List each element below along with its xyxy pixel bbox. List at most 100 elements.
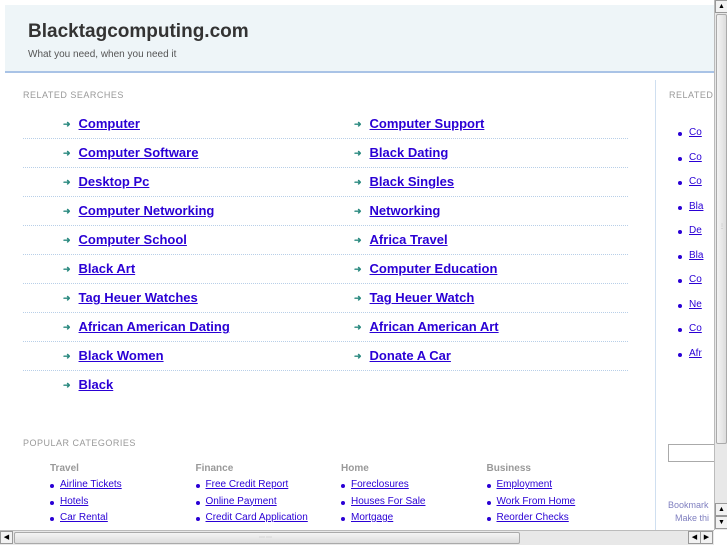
related-search-link[interactable]: ➜ Black <box>63 377 113 392</box>
sidebar-search-input[interactable] <box>668 444 714 462</box>
right-sidebar: RELATED Co Co Co Bla De Bla Co Ne Co Afr Bookmark… <box>655 80 714 530</box>
related-row: ➜ Black <box>23 371 628 400</box>
related-search-label: Black Art <box>78 261 136 276</box>
bookmark-link[interactable]: Bookmark <box>668 500 709 510</box>
related-row: ➜ Computer ➜ Computer Support <box>23 110 628 139</box>
related-search-link[interactable]: ➜ Computer Software <box>63 145 198 160</box>
arrow-icon: ➜ <box>354 177 362 187</box>
category-link[interactable]: Free Credit Report <box>195 479 336 496</box>
scroll-up-icon[interactable]: ▲ <box>715 503 727 516</box>
category-home: Home Foreclosures Houses For Sale Mortgage <box>341 463 481 529</box>
category-link[interactable]: Airline Tickets <box>50 479 190 496</box>
arrow-icon: ➜ <box>354 206 362 216</box>
category-title: Home <box>341 463 369 474</box>
arrow-icon: ➜ <box>63 206 71 216</box>
scroll-right-icon[interactable]: ▶ <box>700 531 713 544</box>
related-search-link[interactable]: ➜ Black Dating <box>354 145 448 160</box>
sidebar-link[interactable]: De <box>678 225 702 236</box>
arrow-icon: ➜ <box>354 264 362 274</box>
sidebar-link[interactable]: Co <box>678 176 702 187</box>
related-search-link[interactable]: ➜ Donate A Car <box>354 348 451 363</box>
horizontal-scrollbar[interactable]: ◀ ⋯⋯ ◀ ▶ <box>0 530 714 545</box>
category-finance: Finance Free Credit Report Online Payment C… <box>195 463 336 529</box>
related-search-label: Africa Travel <box>369 232 448 247</box>
related-row: ➜ Black Women ➜ Donate A Car <box>23 342 628 371</box>
related-search-label: Computer Networking <box>78 203 215 218</box>
related-search-label: Computer Education <box>369 261 498 276</box>
arrow-icon: ➜ <box>354 235 362 245</box>
sidebar-link[interactable]: Co <box>678 127 702 138</box>
category-travel: Travel Airline Tickets Hotels Car Rental <box>50 463 190 529</box>
scroll-left-icon[interactable]: ◀ <box>0 531 13 544</box>
related-search-link[interactable]: ➜ Black Women <box>63 348 164 363</box>
vertical-scroll-thumb[interactable]: ⋮⋮ <box>716 14 727 444</box>
related-search-link[interactable]: ➜ Desktop Pc <box>63 174 149 189</box>
arrow-icon: ➜ <box>354 148 362 158</box>
arrow-icon: ➜ <box>63 351 71 361</box>
related-search-link[interactable]: ➜ Tag Heuer Watch <box>354 290 474 305</box>
related-search-label: African American Art <box>369 319 499 334</box>
related-search-link[interactable]: ➜ Tag Heuer Watches <box>63 290 198 305</box>
related-search-label: Black Singles <box>369 174 455 189</box>
related-search-label: Computer Support <box>369 116 485 131</box>
arrow-icon: ➜ <box>63 235 71 245</box>
category-link[interactable]: Car Rental <box>50 512 190 529</box>
related-search-link[interactable]: ➜ Black Art <box>63 261 135 276</box>
arrow-icon: ➜ <box>354 322 362 332</box>
horizontal-scroll-thumb[interactable]: ⋯⋯ <box>14 532 520 544</box>
category-title: Travel <box>50 463 79 474</box>
related-row: ➜ African American Dating ➜ African America… <box>23 313 628 342</box>
related-search-link[interactable]: ➜ African American Dating <box>63 319 230 334</box>
category-link[interactable]: Credit Card Application <box>195 512 336 529</box>
related-searches-label: RELATED SEARCHES <box>23 90 124 100</box>
site-title: Blacktagcomputing.com <box>28 21 249 42</box>
make-homepage-link[interactable]: Make thi <box>675 513 709 523</box>
arrow-icon: ➜ <box>354 293 362 303</box>
sidebar-link[interactable]: Bla <box>677 250 703 261</box>
site-tagline: What you need, when you need it <box>28 49 177 60</box>
related-search-label: Tag Heuer Watch <box>369 290 475 305</box>
sidebar-link[interactable]: Co <box>678 274 702 285</box>
related-search-link[interactable]: ➜ African American Art <box>354 319 499 334</box>
category-title: Business <box>486 463 531 474</box>
category-link[interactable]: Employment <box>486 479 627 496</box>
related-row: ➜ Black Art ➜ Computer Education <box>23 255 628 284</box>
category-link[interactable]: Online Payment <box>195 496 336 513</box>
related-row: ➜ Computer Software ➜ Black Dating <box>23 139 628 168</box>
category-link[interactable]: Houses For Sale <box>341 496 481 513</box>
related-search-link[interactable]: ➜ Black Singles <box>354 174 454 189</box>
sidebar-link[interactable]: Co <box>678 323 702 334</box>
category-business: Business Employment Work From Home Reorder … <box>486 463 627 529</box>
sidebar-link[interactable]: Bla <box>677 201 703 212</box>
site-header: Blacktagcomputing.com What you need, whe… <box>5 5 714 73</box>
arrow-icon: ➜ <box>354 351 362 361</box>
related-search-link[interactable]: ➜ Computer School <box>63 232 187 247</box>
related-search-link[interactable]: ➜ Africa Travel <box>354 232 448 247</box>
category-link[interactable]: Work From Home <box>486 496 627 513</box>
related-search-label: Networking <box>369 203 441 218</box>
related-row: ➜ Desktop Pc ➜ Black Singles <box>23 168 628 197</box>
related-search-link[interactable]: ➜ Computer Support <box>354 116 484 131</box>
arrow-icon: ➜ <box>63 322 71 332</box>
category-link[interactable]: Foreclosures <box>341 479 481 496</box>
category-link[interactable]: Hotels <box>50 496 190 513</box>
sidebar-link[interactable]: Ne <box>678 299 702 310</box>
vertical-scrollbar[interactable]: ▲ ⋮⋮ ▲ ▼ <box>714 0 727 530</box>
scroll-down-icon[interactable]: ▼ <box>715 516 727 529</box>
related-search-link[interactable]: ➜ Networking <box>354 203 440 218</box>
related-search-label: African American Dating <box>78 319 230 334</box>
category-link[interactable]: Reorder Checks <box>486 512 627 529</box>
sidebar-link[interactable]: Afr <box>678 348 702 359</box>
arrow-icon: ➜ <box>63 177 71 187</box>
scroll-up-icon[interactable]: ▲ <box>715 0 727 13</box>
related-search-link[interactable]: ➜ Computer Education <box>354 261 497 276</box>
related-search-link[interactable]: ➜ Computer Networking <box>63 203 214 218</box>
popular-categories: POPULAR CATEGORIES Travel Airline Tickets… <box>23 438 575 523</box>
related-search-label: Computer Software <box>78 145 199 160</box>
sidebar-link[interactable]: Co <box>678 152 702 163</box>
category-link[interactable]: Mortgage <box>341 512 481 529</box>
related-search-link[interactable]: ➜ Computer <box>63 116 140 131</box>
arrow-icon: ➜ <box>354 119 362 129</box>
related-search-label: Computer School <box>78 232 187 247</box>
arrow-icon: ➜ <box>63 119 71 129</box>
